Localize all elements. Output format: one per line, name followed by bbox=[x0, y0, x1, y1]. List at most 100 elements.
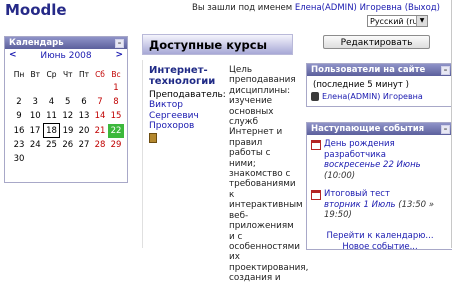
calendar-week-row: 30 bbox=[11, 152, 124, 166]
calendar-day[interactable]: 6 bbox=[76, 95, 92, 109]
upcoming-events-block: Наступающие события – День рождения разр… bbox=[306, 122, 452, 252]
upcoming-events-title: Наступающие события bbox=[311, 124, 425, 134]
calendar-day[interactable]: 29 bbox=[108, 138, 124, 153]
guest-access-icon[interactable] bbox=[149, 133, 157, 143]
calendar-day[interactable]: 4 bbox=[44, 95, 60, 109]
site-title[interactable]: Moodle bbox=[5, 1, 67, 19]
calendar-day[interactable]: 11 bbox=[44, 109, 60, 124]
online-users-header: Пользователи на сайте – bbox=[307, 64, 452, 76]
calendar-empty-cell bbox=[76, 152, 92, 166]
calendar-day[interactable]: 30 bbox=[11, 152, 27, 166]
weekday-label: Ср bbox=[46, 69, 57, 79]
calendar-block-header: Календарь – bbox=[5, 37, 127, 49]
calendar-day[interactable]: 13 bbox=[76, 109, 92, 124]
calendar-day[interactable]: 27 bbox=[76, 138, 92, 153]
calendar-grid: Пн Вт Ср Чт Пт Сб Вс 1 2 3 4 5 6 7 8 9 10 11 12 13 14 15 16 17… bbox=[11, 67, 125, 166]
event-date-link[interactable]: вторник 1 Июль bbox=[324, 200, 396, 210]
calendar-week-row: 23 24 25 26 27 28 29 bbox=[11, 138, 124, 153]
course-description: Цель преподавания дисциплины: изучение о… bbox=[229, 65, 309, 284]
language-selected: Русский (ru) bbox=[370, 17, 421, 26]
event-item: День рождения разработчика воскресенье 2… bbox=[307, 139, 452, 181]
calendar-empty-cell bbox=[92, 152, 108, 166]
calendar-event-icon bbox=[311, 190, 321, 200]
calendar-day[interactable]: 23 bbox=[11, 138, 27, 153]
user-profile-link[interactable]: Елена(ADMIN) Игоревна bbox=[295, 3, 402, 13]
calendar-empty-cell bbox=[60, 152, 77, 166]
teacher-line1[interactable]: Виктор bbox=[149, 100, 183, 110]
calendar-day[interactable]: 1 bbox=[108, 81, 124, 95]
course-title-line1[interactable]: Интернет- bbox=[149, 65, 208, 76]
available-courses-heading: Доступные курсы bbox=[142, 34, 293, 55]
calendar-day[interactable]: 12 bbox=[60, 109, 77, 124]
calendar-empty-cell bbox=[11, 81, 27, 95]
online-users-block: Пользователи на сайте – (последние 5 мин… bbox=[306, 63, 452, 107]
login-info: Вы зашли под именем Елена(ADMIN) Игоревн… bbox=[192, 3, 440, 13]
next-month-link[interactable]: > bbox=[115, 50, 123, 60]
weekday-label: Вс bbox=[111, 69, 121, 79]
calendar-day[interactable]: 22 bbox=[108, 123, 124, 138]
calendar-empty-cell bbox=[92, 81, 108, 95]
calendar-empty-cell bbox=[27, 152, 44, 166]
calendar-day[interactable]: 3 bbox=[27, 95, 44, 109]
chevron-down-icon[interactable]: ▼ bbox=[416, 16, 427, 26]
calendar-day[interactable]: 24 bbox=[27, 138, 44, 153]
new-event-link[interactable]: Новое событие... bbox=[342, 242, 417, 252]
teacher-line2[interactable]: Сергеевич bbox=[149, 111, 199, 121]
calendar-day[interactable]: 5 bbox=[60, 95, 77, 109]
online-users-title: Пользователи на сайте bbox=[311, 65, 426, 75]
collapse-icon[interactable]: – bbox=[441, 66, 450, 75]
calendar-empty-cell bbox=[60, 81, 77, 95]
goto-calendar-link[interactable]: Перейти к календарю... bbox=[326, 231, 433, 241]
calendar-day[interactable]: 21 bbox=[92, 124, 108, 138]
calendar-day[interactable]: 2 bbox=[11, 95, 27, 109]
calendar-day[interactable]: 18 bbox=[43, 123, 60, 138]
edit-button[interactable]: Редактировать bbox=[323, 35, 430, 49]
calendar-day[interactable]: 16 bbox=[11, 124, 27, 138]
calendar-empty-cell bbox=[108, 152, 124, 166]
calendar-day[interactable]: 14 bbox=[92, 109, 108, 124]
calendar-week-row: 1 bbox=[11, 81, 124, 95]
weekday-label: Пт bbox=[78, 69, 89, 79]
calendar-empty-cell bbox=[76, 81, 92, 95]
calendar-event-icon bbox=[311, 140, 321, 150]
calendar-empty-cell bbox=[27, 81, 44, 95]
calendar-day[interactable]: 26 bbox=[60, 138, 77, 153]
calendar-day[interactable]: 28 bbox=[92, 138, 108, 153]
logout-link[interactable]: (Выход) bbox=[405, 3, 440, 13]
weekday-label: Вт bbox=[30, 69, 40, 79]
upcoming-events-header: Наступающие события – bbox=[307, 123, 452, 135]
calendar-day[interactable]: 20 bbox=[76, 124, 92, 138]
event-title-link[interactable]: Итоговый тест bbox=[324, 189, 390, 199]
weekday-label: Сб bbox=[95, 69, 105, 79]
login-prefix: Вы зашли под именем bbox=[192, 3, 295, 13]
calendar-day[interactable]: 25 bbox=[44, 138, 60, 153]
calendar-empty-cell bbox=[44, 81, 60, 95]
online-user-item[interactable]: Елена(ADMIN) Игоревна bbox=[307, 90, 452, 101]
collapse-icon[interactable]: – bbox=[115, 39, 124, 48]
event-title-link[interactable]: День рождения разработчика bbox=[324, 139, 395, 160]
teacher-link[interactable]: Виктор Сергеевич Прохоров bbox=[149, 100, 199, 132]
calendar-day[interactable]: 7 bbox=[92, 95, 108, 109]
calendar-day[interactable]: 8 bbox=[108, 95, 124, 109]
calendar-month-link[interactable]: Июнь 2008 bbox=[5, 51, 127, 61]
course-title-link[interactable]: Интернет- технологии bbox=[149, 65, 215, 87]
event-time: (10:00) bbox=[324, 170, 356, 181]
calendar-block: Календарь – < Июнь 2008 > Пн Вт Ср Чт Пт Сб Вс… bbox=[4, 36, 128, 183]
calendar-week-row: 2345678 bbox=[11, 95, 124, 109]
calendar-day[interactable]: 17 bbox=[27, 124, 44, 138]
calendar-day[interactable]: 10 bbox=[27, 109, 44, 124]
collapse-icon[interactable]: – bbox=[441, 125, 450, 134]
weekday-label: Чт bbox=[62, 69, 73, 79]
calendar-week-row: 9 10 11 12 13 14 15 bbox=[11, 109, 124, 124]
online-user-name[interactable]: Елена(ADMIN) Игоревна bbox=[322, 92, 423, 101]
event-date-link[interactable]: воскресенье 22 Июнь bbox=[324, 160, 421, 170]
teacher-line3[interactable]: Прохоров bbox=[149, 121, 194, 131]
calendar-empty-cell bbox=[44, 152, 60, 166]
course-title-line2[interactable]: технологии bbox=[149, 76, 215, 87]
course-item: Интернет- технологии Преподаватель: Викт… bbox=[142, 60, 308, 283]
language-select[interactable]: Русский (ru) ▼ bbox=[367, 15, 428, 27]
calendar-day[interactable]: 19 bbox=[60, 124, 77, 138]
calendar-title: Календарь bbox=[9, 38, 64, 48]
calendar-day[interactable]: 15 bbox=[108, 109, 124, 124]
calendar-day[interactable]: 9 bbox=[11, 109, 27, 124]
